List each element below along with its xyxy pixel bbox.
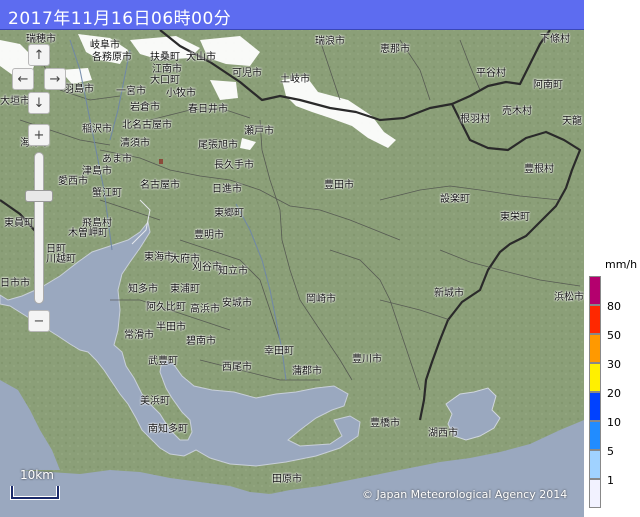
place-label: 羽島市 <box>64 84 94 95</box>
pan-up-button[interactable]: ↑ <box>28 44 50 66</box>
place-label: 高浜市 <box>190 304 220 315</box>
place-label: 常滑市 <box>124 330 154 341</box>
zoom-slider-track[interactable] <box>34 152 44 304</box>
place-label: 大口町 <box>150 75 180 86</box>
place-label: 根羽村 <box>460 114 490 125</box>
legend-level-label: 80 <box>607 300 621 313</box>
place-label: 瑞浪市 <box>315 36 345 47</box>
place-label: 川越町 <box>46 254 76 265</box>
place-label: 湖西市 <box>428 428 458 439</box>
place-label: 設楽町 <box>440 194 470 205</box>
place-label: 木曽岬町 <box>68 228 108 239</box>
place-label: 東郷町 <box>214 208 244 219</box>
place-label: 土岐市 <box>280 74 310 85</box>
place-label: 犬山市 <box>186 52 216 63</box>
legend-level-label: 30 <box>607 358 621 371</box>
radar-map[interactable]: 2017年11月16日06時00分 瑞浪市 恵那市 下條村 岐阜市 瑞穂市 各務… <box>0 0 584 517</box>
copyright-text: © Japan Meteorological Agency 2014 <box>362 488 568 501</box>
place-label: 半田市 <box>156 322 186 333</box>
legend-level-label: 10 <box>607 416 621 429</box>
place-label: 豊根村 <box>524 164 554 175</box>
legend-swatch <box>589 392 601 421</box>
place-label: 阿久比町 <box>146 302 186 313</box>
place-label: あま市 <box>102 154 132 165</box>
place-label: 平谷村 <box>476 68 506 79</box>
place-label: 清須市 <box>120 138 150 149</box>
place-label: 安城市 <box>222 298 252 309</box>
place-label: 美浜町 <box>140 396 170 407</box>
place-label: 大垣市 <box>0 96 30 107</box>
zoom-in-button[interactable]: + <box>28 124 50 146</box>
legend-swatch <box>589 334 601 363</box>
place-label: 各務原市 <box>92 52 132 63</box>
place-label: 新城市 <box>434 288 464 299</box>
place-label: 稲沢市 <box>82 124 112 135</box>
pan-down-button[interactable]: ↓ <box>28 92 50 114</box>
place-label: 北名古屋市 <box>122 120 172 131</box>
place-label: 武豊町 <box>148 356 178 367</box>
pan-right-button[interactable]: → <box>44 68 66 90</box>
place-label: 日進市 <box>212 184 242 195</box>
place-label: 扶桑町 <box>150 52 180 63</box>
place-label: 恵那市 <box>380 44 410 55</box>
zoom-out-button[interactable]: − <box>28 310 50 332</box>
place-label: 下條村 <box>540 34 570 45</box>
title-bar: 2017年11月16日06時00分 <box>0 0 584 30</box>
place-label: 愛西市 <box>58 176 88 187</box>
place-label: 知多市 <box>128 284 158 295</box>
legend-swatch <box>589 421 601 450</box>
scale-bar-graphic <box>10 486 60 500</box>
place-label: 豊橋市 <box>370 418 400 429</box>
place-label: 岡崎市 <box>306 294 336 305</box>
place-label: 東浦町 <box>170 284 200 295</box>
place-label: 日市市 <box>0 278 30 289</box>
place-label: 蒲郡市 <box>292 366 322 377</box>
timestamp-title: 2017年11月16日06時00分 <box>8 9 232 29</box>
place-label: 岩倉市 <box>130 102 160 113</box>
place-label: 小牧市 <box>166 88 196 99</box>
zoom-slider-thumb[interactable] <box>25 190 53 202</box>
place-label: 岐阜市 <box>90 40 120 51</box>
place-label: 知立市 <box>218 266 248 277</box>
place-label: 名古屋市 <box>140 180 180 191</box>
place-label: 阿南町 <box>533 80 563 91</box>
place-label: 豊明市 <box>194 230 224 241</box>
place-label: 尾張旭市 <box>198 140 238 151</box>
place-label: 田原市 <box>272 474 302 485</box>
place-label: 豊田市 <box>324 180 354 191</box>
place-label: 豊川市 <box>352 354 382 365</box>
place-label: 春日井市 <box>188 104 228 115</box>
place-label: 瀬戸市 <box>244 126 274 137</box>
pan-left-button[interactable]: ← <box>12 68 34 90</box>
place-label: 一宮市 <box>116 86 146 97</box>
legend-swatch <box>589 305 601 334</box>
legend-level-label: 5 <box>607 445 614 458</box>
legend-level-label: 20 <box>607 387 621 400</box>
place-label: 幸田町 <box>264 346 294 357</box>
place-label: 南知多町 <box>148 424 188 435</box>
place-label: 西尾市 <box>222 362 252 373</box>
place-label: 天龍 <box>562 116 582 127</box>
place-label: 長久手市 <box>214 160 254 171</box>
place-label: 東員町 <box>4 218 34 229</box>
legend-level-label: 50 <box>607 329 621 342</box>
place-label: 浜松市 <box>554 292 584 303</box>
place-label: 東栄町 <box>500 212 530 223</box>
legend-swatch <box>589 363 601 392</box>
legend-swatch <box>589 450 601 479</box>
place-label: 江南市 <box>152 64 182 75</box>
place-label: 津島市 <box>82 166 112 177</box>
place-label: 蟹江町 <box>92 188 122 199</box>
place-label: 売木村 <box>502 106 532 117</box>
place-label: 可児市 <box>232 68 262 79</box>
legend-swatch <box>589 276 601 305</box>
rainfall-legend: mm/h 80 50 30 20 10 5 1 <box>584 0 640 517</box>
legend-unit: mm/h <box>605 258 638 271</box>
legend-level-label: 1 <box>607 474 614 487</box>
legend-swatch <box>589 479 601 508</box>
place-label: 碧南市 <box>186 336 216 347</box>
